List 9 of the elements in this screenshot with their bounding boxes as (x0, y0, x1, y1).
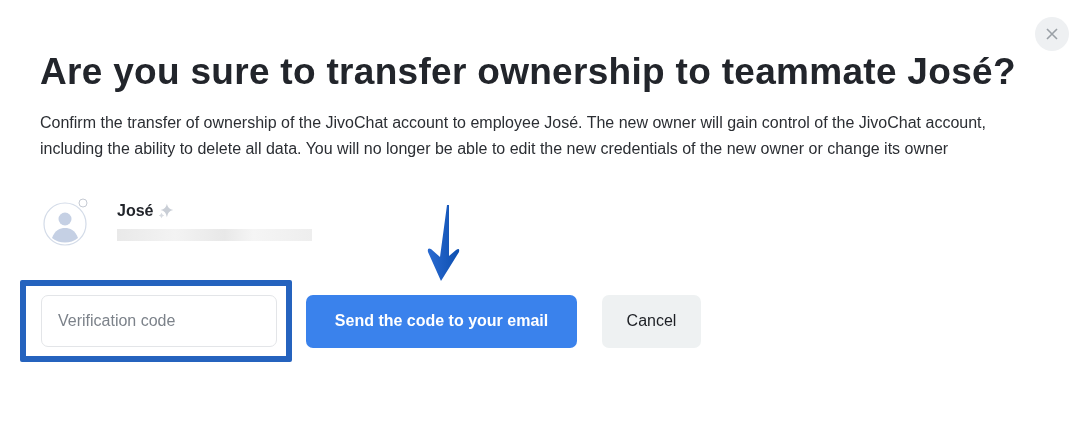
avatar-icon (43, 198, 91, 246)
close-button[interactable] (1035, 17, 1069, 51)
close-icon (1045, 27, 1059, 41)
verification-code-field[interactable]: Verification code (41, 295, 277, 347)
user-name: José (117, 202, 154, 220)
dialog-title: Are you sure to transfer ownership to teammate José? (40, 50, 1017, 94)
cancel-button[interactable]: Cancel (602, 294, 701, 348)
send-code-button[interactable]: Send the code to your email (306, 294, 577, 348)
dialog-description: Confirm the transfer of ownership of the JivoChat account to employee José. The new owner will gain control of the JivoChat account, including the ability to delete all data. You will no longer be able to edit the new credentials of the new owner or change its owner (40, 113, 987, 159)
